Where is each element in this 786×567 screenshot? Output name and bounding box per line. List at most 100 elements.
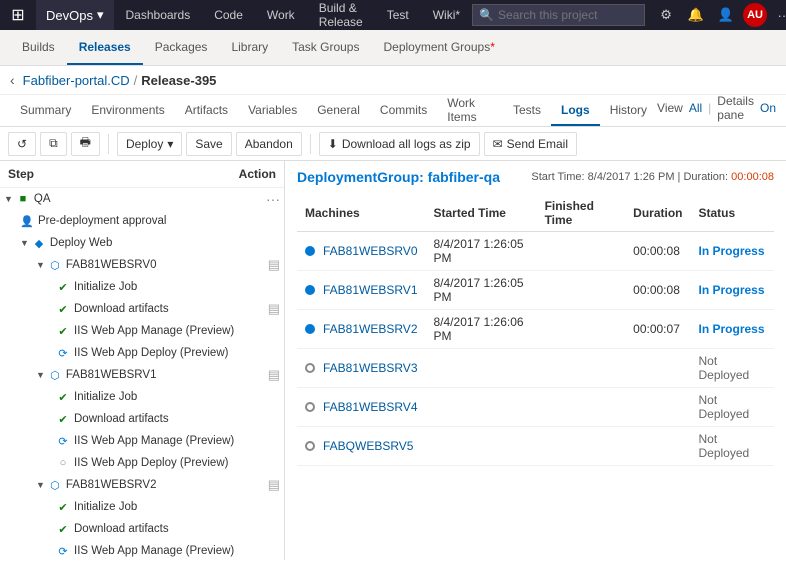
table-row: FAB81WEBSRV3 Not Deployed bbox=[297, 349, 774, 388]
breadcrumb-parent[interactable]: Fabfiber-portal.CD bbox=[23, 73, 130, 88]
tree-item-init-job-0[interactable]: ✔ Initialize Job bbox=[0, 276, 284, 298]
devops-brand[interactable]: DevOps ▾ bbox=[36, 0, 114, 30]
deploy-web-chevron[interactable]: ▼ bbox=[20, 238, 29, 248]
machine-name[interactable]: FAB81WEBSRV4 bbox=[323, 400, 418, 414]
search-box[interactable]: 🔍 bbox=[472, 4, 645, 26]
tab-commits[interactable]: Commits bbox=[370, 95, 437, 126]
subnav-deployment-groups[interactable]: Deployment Groups* bbox=[371, 30, 506, 65]
sub-nav: Builds Releases Packages Library Task Gr… bbox=[0, 30, 786, 66]
tree-item-fab81wsrv2[interactable]: ▼ ⬡ FAB81WEBSRV2 ▤ bbox=[0, 474, 284, 496]
subnav-releases[interactable]: Releases bbox=[67, 30, 143, 65]
settings-icon[interactable]: ⚙ bbox=[653, 2, 679, 28]
app-logo[interactable]: ⊞ bbox=[0, 0, 36, 30]
download-logs-button[interactable]: ⬇ Download all logs as zip bbox=[319, 132, 480, 156]
deploy-web-icon: ◆ bbox=[32, 236, 46, 250]
status-dot bbox=[305, 324, 315, 334]
more-icon[interactable]: ··· bbox=[771, 2, 786, 28]
table-row: FAB81WEBSRV4 Not Deployed bbox=[297, 388, 774, 427]
machine-cell[interactable]: FAB81WEBSRV3 bbox=[297, 349, 426, 388]
col-started-time: Started Time bbox=[426, 195, 537, 232]
machine-name[interactable]: FAB81WEBSRV1 bbox=[323, 283, 418, 297]
view-all-link[interactable]: All bbox=[689, 101, 702, 115]
tree-item-fab81wsrv1[interactable]: ▼ ⬡ FAB81WEBSRV1 ▤ bbox=[0, 364, 284, 386]
machine-cell[interactable]: FAB81WEBSRV1 bbox=[297, 271, 426, 310]
machine-name[interactable]: FAB81WEBSRV2 bbox=[323, 322, 418, 336]
tab-artifacts[interactable]: Artifacts bbox=[175, 95, 238, 126]
tree-item-iis-manage-1[interactable]: ⟳ IIS Web App Manage (Preview) bbox=[0, 430, 284, 452]
machine-name[interactable]: FAB81WEBSRV3 bbox=[323, 361, 418, 375]
print-icon: 🖶 bbox=[80, 133, 91, 154]
subnav-builds[interactable]: Builds bbox=[10, 30, 67, 65]
tree-item-deploy-web[interactable]: ▼ ◆ Deploy Web bbox=[0, 232, 284, 254]
fab81wsrv2-icon: ⬡ bbox=[48, 478, 62, 492]
tree-item-fab81wsrv0[interactable]: ▼ ⬡ FAB81WEBSRV0 ▤ bbox=[0, 254, 284, 276]
tab-tests[interactable]: Tests bbox=[503, 95, 551, 126]
start-time-value: 8/4/2017 1:26 PM bbox=[588, 171, 675, 183]
avatar[interactable]: AU bbox=[743, 3, 767, 27]
dl-artifacts-0-icon: ✔ bbox=[56, 302, 70, 316]
user-icon[interactable]: 👤 bbox=[713, 2, 739, 28]
tree-item-pre-deploy[interactable]: 👤 Pre-deployment approval bbox=[0, 210, 284, 232]
tab-summary[interactable]: Summary bbox=[10, 95, 81, 126]
fab81wsrv1-chevron[interactable]: ▼ bbox=[36, 370, 45, 380]
fab81wsrv0-chevron[interactable]: ▼ bbox=[36, 260, 45, 270]
send-email-label: Send Email bbox=[507, 137, 568, 151]
copy-button[interactable]: ⧉ bbox=[40, 132, 67, 156]
tab-history[interactable]: History bbox=[600, 95, 657, 126]
subnav-library[interactable]: Library bbox=[219, 30, 280, 65]
print-button[interactable]: 🖶 bbox=[71, 132, 100, 156]
tab-environments[interactable]: Environments bbox=[81, 95, 174, 126]
notification-icon[interactable]: 🔔 bbox=[683, 2, 709, 28]
nav-dashboards[interactable]: Dashboards bbox=[114, 0, 203, 30]
tree-item-dl-artifacts-1[interactable]: ✔ Download artifacts bbox=[0, 408, 284, 430]
refresh-icon: ↺ bbox=[17, 137, 27, 151]
tab-work-items[interactable]: Work Items bbox=[437, 95, 503, 126]
machine-name[interactable]: FABQWEBSRV5 bbox=[323, 439, 413, 453]
save-button[interactable]: Save bbox=[186, 132, 231, 156]
machine-cell[interactable]: FAB81WEBSRV0 bbox=[297, 232, 426, 271]
deploy-button[interactable]: Deploy ▾ bbox=[117, 132, 182, 156]
nav-wiki[interactable]: Wiki* bbox=[421, 0, 472, 30]
qa-action[interactable]: ··· bbox=[266, 191, 280, 207]
machine-cell[interactable]: FAB81WEBSRV4 bbox=[297, 388, 426, 427]
tree-item-init-job-1[interactable]: ✔ Initialize Job bbox=[0, 386, 284, 408]
search-input[interactable] bbox=[498, 8, 638, 22]
tab-general[interactable]: General bbox=[307, 95, 370, 126]
machine-name[interactable]: FAB81WEBSRV0 bbox=[323, 244, 418, 258]
tree-item-dl-artifacts-2[interactable]: ✔ Download artifacts bbox=[0, 518, 284, 540]
init-job-2-icon: ✔ bbox=[56, 500, 70, 514]
fab81wsrv2-chevron[interactable]: ▼ bbox=[36, 480, 45, 490]
machine-cell[interactable]: FABQWEBSRV5 bbox=[297, 427, 426, 466]
refresh-button[interactable]: ↺ bbox=[8, 132, 36, 156]
nav-code[interactable]: Code bbox=[202, 0, 255, 30]
tree-item-iis-deploy-1[interactable]: ○ IIS Web App Deploy (Preview) bbox=[0, 452, 284, 474]
back-arrow-icon[interactable]: ‹ bbox=[10, 72, 15, 88]
nav-build-release[interactable]: Build & Release bbox=[307, 0, 375, 30]
nav-test[interactable]: Test bbox=[375, 0, 421, 30]
duration-cell: 00:00:07 bbox=[625, 310, 690, 349]
fab81wsrv0-label: FAB81WEBSRV0 bbox=[66, 259, 268, 271]
abandon-button[interactable]: Abandon bbox=[236, 132, 302, 156]
send-email-button[interactable]: ✉ Send Email bbox=[484, 132, 577, 156]
iis-manage-1-icon: ⟳ bbox=[56, 434, 70, 448]
tab-logs[interactable]: Logs bbox=[551, 95, 600, 126]
status-cell: In Progress bbox=[691, 232, 775, 271]
tree-item-init-job-2[interactable]: ✔ Initialize Job bbox=[0, 496, 284, 518]
nav-work[interactable]: Work bbox=[255, 0, 307, 30]
tree-item-dl-artifacts-0[interactable]: ✔ Download artifacts ▤ bbox=[0, 298, 284, 320]
tree-item-qa[interactable]: ▼ ■ QA ··· bbox=[0, 188, 284, 210]
top-icons: ⚙ 🔔 👤 AU ··· bbox=[645, 2, 786, 28]
toolbar-sep-2 bbox=[310, 134, 311, 154]
subnav-task-groups[interactable]: Task Groups bbox=[280, 30, 371, 65]
finished-time-cell bbox=[537, 310, 626, 349]
details-pane-on-link[interactable]: On bbox=[760, 101, 776, 115]
subnav-packages[interactable]: Packages bbox=[143, 30, 220, 65]
tree-item-iis-manage-0[interactable]: ✔ IIS Web App Manage (Preview) bbox=[0, 320, 284, 342]
qa-chevron[interactable]: ▼ bbox=[4, 194, 13, 204]
tree-item-iis-manage-2[interactable]: ⟳ IIS Web App Manage (Preview) bbox=[0, 540, 284, 560]
tree-item-iis-deploy-0[interactable]: ⟳ IIS Web App Deploy (Preview) bbox=[0, 342, 284, 364]
machine-cell[interactable]: FAB81WEBSRV2 bbox=[297, 310, 426, 349]
started-time-cell bbox=[426, 388, 537, 427]
finished-time-cell bbox=[537, 388, 626, 427]
tab-variables[interactable]: Variables bbox=[238, 95, 307, 126]
